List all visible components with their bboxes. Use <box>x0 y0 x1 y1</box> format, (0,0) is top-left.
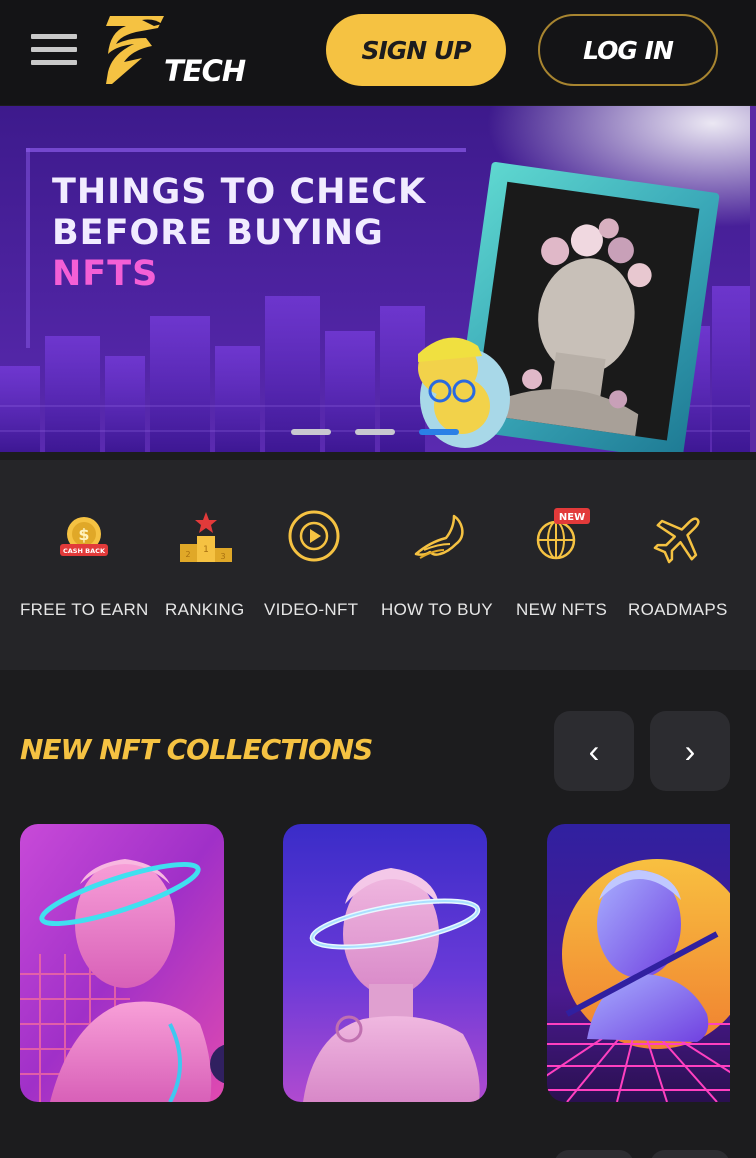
carousel-prev-button[interactable]: ‹ <box>554 711 634 791</box>
category-label: RANKING <box>165 600 245 619</box>
banner-headline-line2: BEFORE BUYING <box>52 213 384 253</box>
carousel-dots <box>291 429 459 435</box>
category-strip: $ CASH BACK FREE TO EARN 1 2 3 RANKING V… <box>0 460 756 670</box>
svg-text:CASH BACK: CASH BACK <box>63 547 106 555</box>
carousel-dot-2[interactable] <box>355 429 395 435</box>
category-label: NEW NFTS <box>516 600 608 619</box>
svg-text:1: 1 <box>203 545 209 555</box>
nft-image-pink-bust-grid <box>20 824 224 1102</box>
carousel-dot-1[interactable] <box>291 429 331 435</box>
section-title: NEW NFT COLLECTIONS <box>20 733 373 766</box>
log-in-button[interactable]: LOG IN <box>538 14 718 86</box>
nft-collection-card[interactable] <box>283 824 487 1102</box>
svg-text:$: $ <box>78 525 89 544</box>
nft-image-blue-bust-sunset <box>547 824 730 1102</box>
carousel-next-button[interactable]: › <box>650 711 730 791</box>
sign-up-button[interactable]: SIGN UP <box>326 14 506 86</box>
category-ranking[interactable]: 1 2 3 RANKING <box>165 460 247 670</box>
logo-text: TECH <box>164 54 246 88</box>
hero-banner[interactable]: THINGS TO CHECK BEFORE BUYING NFTS <box>0 106 750 452</box>
category-new-nfts[interactable]: NEW NEW NFTS <box>516 460 611 670</box>
category-free-to-earn[interactable]: $ CASH BACK FREE TO EARN <box>20 460 148 670</box>
banner-headline-line3: NFTS <box>52 254 159 294</box>
svg-text:3: 3 <box>220 552 225 561</box>
podium-icon: 1 2 3 <box>180 512 232 562</box>
banner-headline-line1: THINGS TO CHECK <box>52 172 427 212</box>
next-section-next-button[interactable] <box>650 1150 730 1158</box>
cashback-coin-icon: $ CASH BACK <box>60 517 108 556</box>
category-how-to-buy[interactable]: HOW TO BUY <box>381 460 499 670</box>
next-section-prev-button[interactable] <box>554 1150 634 1158</box>
horse-icon <box>414 514 464 559</box>
category-video-nft[interactable]: VIDEO-NFT <box>264 460 364 670</box>
globe-new-icon: NEW <box>536 508 590 560</box>
play-circle-icon <box>288 510 340 562</box>
airplane-icon <box>653 517 700 564</box>
category-label: HOW TO BUY <box>381 600 493 619</box>
nft-collection-card[interactable] <box>20 824 224 1102</box>
top-header: TECH SIGN UP LOG IN <box>0 0 756 105</box>
category-roadmaps[interactable]: ROADMAPS <box>628 460 730 670</box>
carousel-dot-3[interactable] <box>419 429 459 435</box>
nft-image-pink-bust-halo <box>283 824 487 1102</box>
next-slide-peek <box>750 106 756 452</box>
nft-collection-card[interactable] <box>547 824 730 1102</box>
category-label: ROADMAPS <box>628 600 728 619</box>
svg-text:NEW: NEW <box>559 512 585 523</box>
hamburger-menu-icon[interactable] <box>31 34 77 66</box>
category-label: VIDEO-NFT <box>264 600 359 619</box>
site-logo[interactable]: TECH <box>106 14 246 88</box>
svg-text:2: 2 <box>185 550 190 559</box>
category-label: FREE TO EARN <box>20 600 149 619</box>
